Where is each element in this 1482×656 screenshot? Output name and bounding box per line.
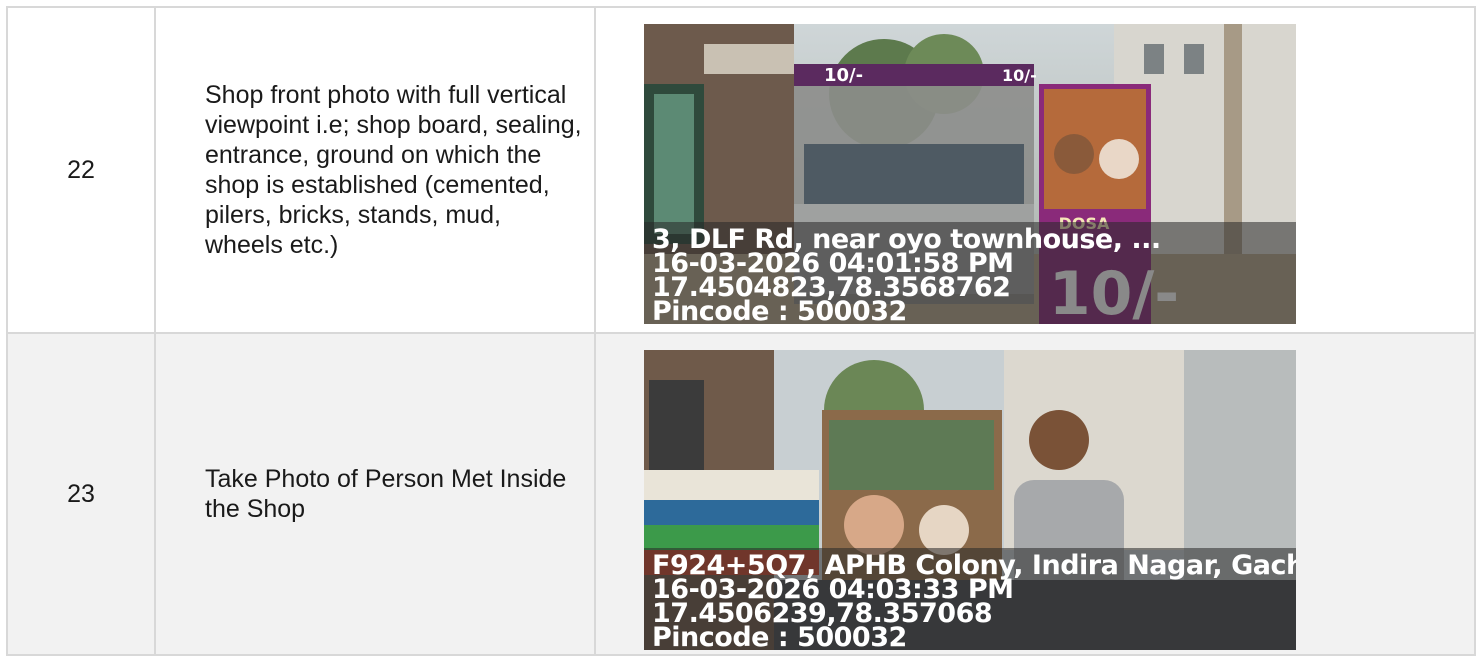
- row-description: Take Photo of Person Met Inside the Shop: [154, 332, 596, 656]
- geo-stamp: F924+5Q7, APHB Colony, Indira Nagar, Gac…: [644, 548, 1296, 650]
- description-text: Take Photo of Person Met Inside the Shop: [205, 465, 567, 523]
- description-text: Shop front photo with full vertical view…: [205, 81, 582, 259]
- photo-cell: DOSA 10/- 10/- 10/- 3, DLF Rd, near oyo …: [594, 6, 1476, 334]
- table-row: 23 Take Photo of Person Met Inside the S…: [6, 332, 1476, 656]
- geo-pincode: Pincode : 500032: [652, 622, 907, 650]
- geo-pincode: Pincode : 500032: [652, 296, 907, 324]
- photo-cell: F924+5Q7, APHB Colony, Indira Nagar, Gac…: [594, 332, 1476, 656]
- table-row: 22 Shop front photo with full vertical v…: [6, 6, 1476, 334]
- row-number: 23: [6, 332, 156, 656]
- geo-stamp: 3, DLF Rd, near oyo townhouse, ... 16-03…: [644, 222, 1296, 324]
- svg-text:10/-: 10/-: [1002, 66, 1037, 85]
- row-description: Shop front photo with full vertical view…: [154, 6, 596, 334]
- shop-front-photo[interactable]: DOSA 10/- 10/- 10/- 3, DLF Rd, near oyo …: [644, 24, 1296, 324]
- survey-table: 22 Shop front photo with full vertical v…: [6, 6, 1476, 656]
- row-number: 22: [6, 6, 156, 334]
- person-met-photo[interactable]: F924+5Q7, APHB Colony, Indira Nagar, Gac…: [644, 350, 1296, 650]
- banner-price: 10/-: [824, 65, 863, 86]
